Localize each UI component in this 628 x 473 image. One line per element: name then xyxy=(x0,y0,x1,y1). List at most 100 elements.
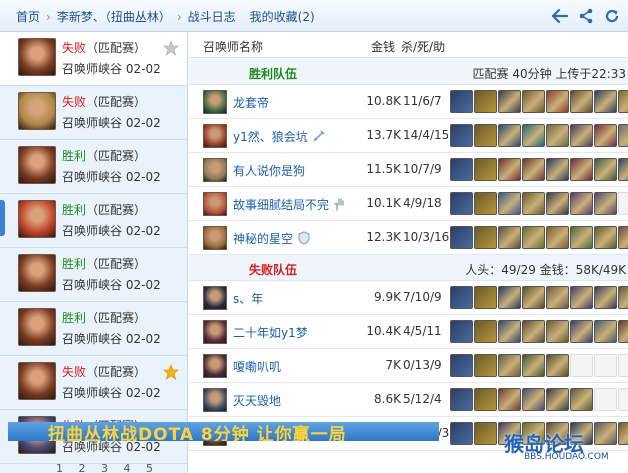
item-icon[interactable] xyxy=(498,192,521,215)
player-name[interactable]: 二十年如y1梦 xyxy=(233,324,308,341)
item-icon[interactable] xyxy=(594,354,617,377)
player-name[interactable]: y1然、狼会坑 xyxy=(233,128,326,145)
back-arrow-icon[interactable] xyxy=(550,6,570,26)
favorite-star-icon[interactable] xyxy=(163,364,179,380)
item-icon[interactable] xyxy=(546,226,569,249)
item-icon[interactable] xyxy=(618,90,628,113)
match-map: 召唤师峡谷 xyxy=(62,116,123,130)
item-icon[interactable] xyxy=(618,354,628,377)
match-list-item[interactable]: 失败（匹配赛） 召唤师峡谷 02-02 xyxy=(0,86,187,140)
refresh-icon[interactable] xyxy=(602,6,622,26)
item-icon[interactable] xyxy=(498,286,521,309)
item-icon[interactable] xyxy=(594,192,617,215)
item-icon[interactable] xyxy=(498,320,521,343)
player-name[interactable]: 神秘的星空 xyxy=(233,230,311,247)
item-icon[interactable] xyxy=(594,124,617,147)
player-row[interactable]: 故事细腻结局不完 10.1K 4/9/18 xyxy=(189,187,628,221)
item-icon[interactable] xyxy=(546,90,569,113)
favorites-link[interactable]: 我的收藏(2) xyxy=(250,10,315,24)
item-icon[interactable] xyxy=(594,90,617,113)
match-list-item[interactable]: 失败（匹配赛） 召唤师峡谷 02-02 xyxy=(0,356,187,410)
match-list-item[interactable]: 胜利（匹配赛） 召唤师峡谷 02-02 xyxy=(0,302,187,356)
item-icon[interactable] xyxy=(618,192,628,215)
item-icon[interactable] xyxy=(522,124,545,147)
match-mode: （匹配赛） xyxy=(86,311,147,325)
item-icon[interactable] xyxy=(570,90,593,113)
ad-banner[interactable]: 扭曲丛林战DOTA 8分钟 让你赢一局 xyxy=(8,422,439,441)
match-list-item[interactable]: 胜利（匹配赛） 召唤师峡谷 02-02 xyxy=(0,140,187,194)
player-row[interactable]: 神秘的星空 12.3K 10/3/16 xyxy=(189,221,628,255)
item-icon[interactable] xyxy=(570,192,593,215)
player-gold: 10.8K xyxy=(366,94,401,108)
match-list-item[interactable]: 胜利（匹配赛） 召唤师峡谷 02-02 xyxy=(0,248,187,302)
item-icon[interactable] xyxy=(546,354,569,377)
item-icon[interactable] xyxy=(498,226,521,249)
player-avatar xyxy=(203,388,227,412)
item-icon[interactable] xyxy=(594,158,617,181)
item-icon[interactable] xyxy=(570,226,593,249)
item-icon[interactable] xyxy=(522,226,545,249)
match-date: 02-02 xyxy=(125,62,161,76)
item-icon[interactable] xyxy=(546,320,569,343)
item-icon[interactable] xyxy=(498,158,521,181)
share-icon[interactable] xyxy=(576,6,596,26)
item-icon[interactable] xyxy=(546,158,569,181)
item-slots xyxy=(450,286,628,309)
item-icon[interactable] xyxy=(570,158,593,181)
player-row[interactable]: 二十年如y1梦 10.4K 4/5/11 xyxy=(189,315,628,349)
player-row[interactable]: 有人说你是狗 11.5K 10/7/9 xyxy=(189,153,628,187)
player-row[interactable]: 嗄嘞叭叽 7K 0/13/9 xyxy=(189,349,628,383)
item-icon[interactable] xyxy=(570,388,593,411)
player-name[interactable]: 龙套帝 xyxy=(233,94,269,111)
item-icon[interactable] xyxy=(546,286,569,309)
item-icon[interactable] xyxy=(522,286,545,309)
match-list-item[interactable]: 胜利（匹配赛） 召唤师峡谷 02-02 xyxy=(0,194,187,248)
item-icon[interactable] xyxy=(522,320,545,343)
item-icon[interactable] xyxy=(570,124,593,147)
pager[interactable]: 1 2 3 4 5 xyxy=(56,462,159,473)
item-icon[interactable] xyxy=(546,388,569,411)
item-icon[interactable] xyxy=(546,124,569,147)
player-name[interactable]: 故事细腻结局不完 xyxy=(233,196,347,213)
item-icon[interactable] xyxy=(618,286,628,309)
item-icon[interactable] xyxy=(618,388,628,411)
breadcrumb-summoner[interactable]: 李新梦、（扭曲丛林） xyxy=(57,10,171,24)
item-icon[interactable] xyxy=(498,388,521,411)
item-icon[interactable] xyxy=(618,158,628,181)
item-icon[interactable] xyxy=(594,388,617,411)
item-icon[interactable] xyxy=(570,354,593,377)
player-name[interactable]: 有人说你是狗 xyxy=(233,162,305,179)
match-date: 02-02 xyxy=(125,440,161,454)
item-icon[interactable] xyxy=(618,320,628,343)
item-icon[interactable] xyxy=(570,320,593,343)
favorite-star-icon[interactable] xyxy=(163,40,179,56)
item-icon[interactable] xyxy=(570,286,593,309)
player-name[interactable]: 灭天毁地 xyxy=(233,392,281,409)
item-icon[interactable] xyxy=(618,226,628,249)
item-icon[interactable] xyxy=(522,90,545,113)
player-name[interactable]: 嗄嘞叭叽 xyxy=(233,358,281,375)
item-icon[interactable] xyxy=(618,124,628,147)
side-handle[interactable] xyxy=(0,200,5,236)
player-row[interactable]: y1然、狼会坑 13.7K 14/4/15 xyxy=(189,119,628,153)
match-list-item[interactable]: 失败（匹配赛） 召唤师峡谷 02-02 xyxy=(0,32,187,86)
breadcrumb-battle-log[interactable]: 战斗日志 xyxy=(188,10,236,24)
item-icon[interactable] xyxy=(498,124,521,147)
item-icon[interactable] xyxy=(594,226,617,249)
top-actions xyxy=(550,6,622,26)
player-row[interactable]: s、年 9.9K 7/10/9 xyxy=(189,281,628,315)
breadcrumb-home[interactable]: 首页 xyxy=(16,10,40,24)
item-icon[interactable] xyxy=(594,286,617,309)
player-row[interactable]: 龙套帝 10.8K 11/6/7 xyxy=(189,85,628,119)
item-icon[interactable] xyxy=(498,354,521,377)
item-icon[interactable] xyxy=(522,388,545,411)
item-icon[interactable] xyxy=(522,192,545,215)
item-icon[interactable] xyxy=(522,354,545,377)
col-kda: 杀/死/助 xyxy=(401,40,446,54)
player-name[interactable]: s、年 xyxy=(233,290,263,307)
item-icon[interactable] xyxy=(594,320,617,343)
item-icon[interactable] xyxy=(498,90,521,113)
item-icon[interactable] xyxy=(522,158,545,181)
player-row[interactable]: 灭天毁地 8.6K 5/12/4 xyxy=(189,383,628,417)
item-icon[interactable] xyxy=(546,192,569,215)
